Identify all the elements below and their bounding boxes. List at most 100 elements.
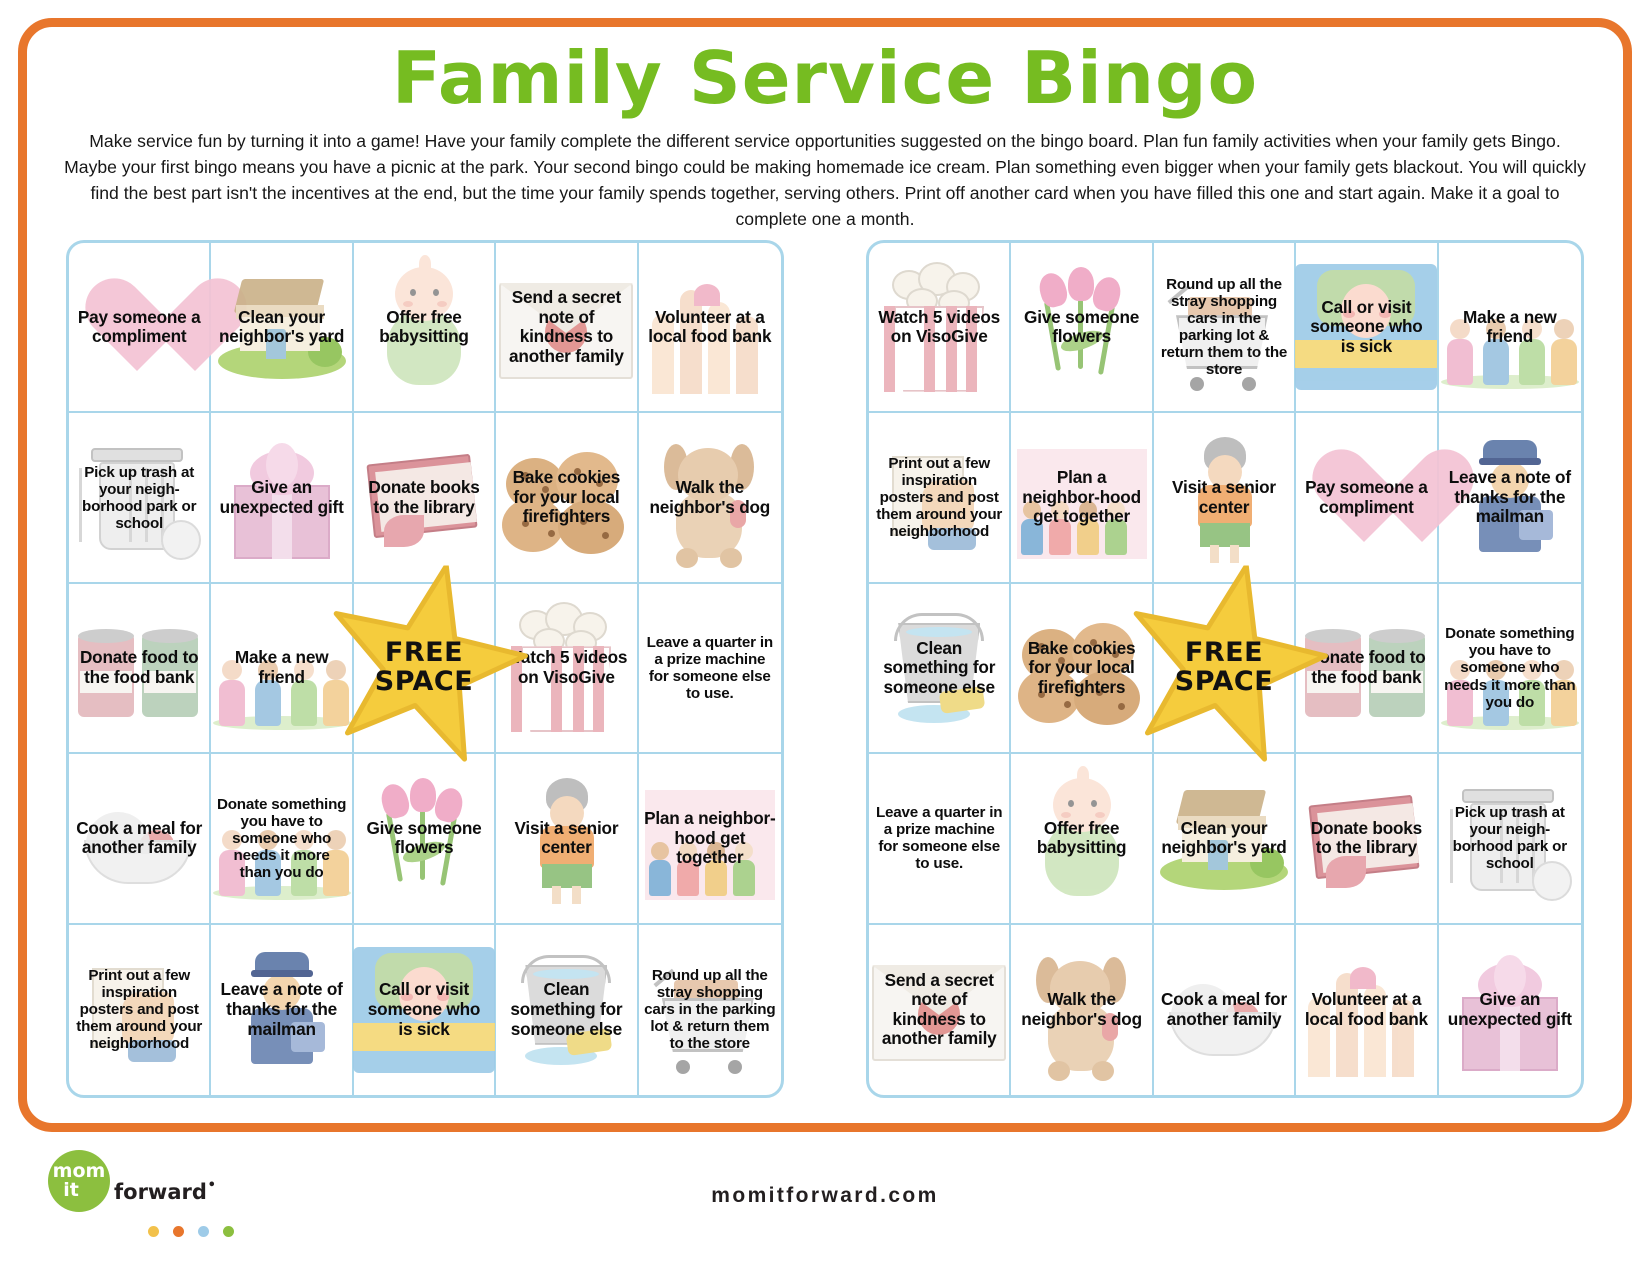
bingo-cell-label: Clean something for someone else [510, 979, 623, 1039]
bingo-cell-r2-c4[interactable]: Pay someone a compliment [1296, 413, 1439, 584]
bingo-cell-label: Make a new friend [1463, 306, 1557, 347]
bingo-cell-r4-c3[interactable]: Give someone flowers [353, 754, 497, 925]
bingo-cell-r2-c2[interactable]: Give an unexpected gift [211, 413, 354, 584]
bingo-cell-r5-c1[interactable]: Send a secret note of kindness to anothe… [869, 924, 1012, 1095]
bingo-cell-r2-c1[interactable]: Pick up trash at your neigh-borhood park… [69, 413, 212, 584]
bingo-cell-label: Bake cookies for your local firefighters [1027, 637, 1136, 697]
bingo-cell-label: Offer free babysitting [1036, 817, 1127, 858]
bingo-cell-r1-c5[interactable]: Make a new friend [1438, 243, 1581, 414]
bingo-cell-label: Clean your neighbor's yard [218, 306, 345, 347]
bingo-cell-r4-c3[interactable]: Clean your neighbor's yard [1153, 754, 1297, 925]
bingo-cell-label: Round up all the stray shopping cars in … [1160, 276, 1288, 379]
bingo-cell-r2-c1[interactable]: Print out a few inspiration posters and … [869, 413, 1012, 584]
logo-dot-green [223, 1226, 234, 1237]
bingo-cell-r3-c1[interactable]: Clean something for someone else [869, 583, 1012, 755]
bingo-cell-label: Watch 5 videos on VisoGive [505, 647, 628, 687]
bingo-cell-r2-c5[interactable]: Walk the neighbor's dog [638, 413, 781, 584]
page-footer: mom it forward • momitforward.com [0, 1132, 1650, 1275]
bingo-cell-label: Donate food to the food bank [1307, 647, 1426, 687]
logo-dots [148, 1226, 234, 1237]
bingo-cell-label: Leave a note of thanks for the mailman [220, 979, 343, 1039]
bingo-cell-r3-c2[interactable]: Bake cookies for your local firefighters [1011, 583, 1154, 755]
bingo-boards: Pay someone a compliment Clean your neigh… [66, 240, 1584, 1098]
bingo-cell-label: Call or visit someone who is sick [367, 979, 481, 1039]
bingo-cell-r4-c2[interactable]: Donate something you have to someone who… [211, 754, 354, 925]
bingo-cell-r1-c2[interactable]: Give someone flowers [1011, 243, 1154, 414]
bingo-cell-r2-c5[interactable]: Leave a note of thanks for the mailman [1438, 413, 1581, 584]
bingo-cell-r2-c2[interactable]: Plan a neighbor-hood get together [1011, 413, 1154, 584]
bingo-cell-r4-c1[interactable]: Cook a meal for another family [69, 754, 212, 925]
bingo-cell-r1-c1[interactable]: Pay someone a compliment [69, 243, 212, 414]
bingo-cell-r5-c5[interactable]: Give an unexpected gift [1439, 925, 1581, 1095]
bingo-cell-free-space[interactable]: FREE SPACE [333, 565, 528, 762]
bingo-cell-label: Cook a meal for another family [1161, 989, 1287, 1029]
bingo-cell-label: Clean something for someone else [883, 637, 996, 697]
bingo-cell-label: Pick up trash at your neigh-borhood park… [82, 463, 197, 532]
bingo-cell-label: Print out a few inspiration posters and … [876, 455, 1003, 541]
bingo-cell-r5-c4[interactable]: Clean something for someone else [496, 924, 639, 1095]
bingo-cell-label: Bake cookies for your local firefighters [512, 467, 621, 527]
bingo-cell-r2-c3[interactable]: Visit a senior center [1153, 413, 1297, 584]
bingo-cell-r2-c4[interactable]: Bake cookies for your local firefighters [496, 413, 639, 584]
bingo-cell-label: Give an unexpected gift [1447, 989, 1572, 1029]
bingo-cell-r4-c5[interactable]: Plan a neighbor-hood get together [638, 754, 781, 925]
bingo-cell-r1-c4[interactable]: Send a secret note of kindness to anothe… [496, 243, 639, 414]
bingo-cell-free-space[interactable]: FREE SPACE [1133, 565, 1328, 762]
bingo-cell-r1-c1[interactable]: Watch 5 videos on VisoGive [869, 243, 1012, 414]
bingo-cell-label: Plan a neighbor-hood get together [1022, 467, 1141, 527]
bingo-cell-r5-c3[interactable]: Cook a meal for another family [1154, 924, 1297, 1095]
bingo-cell-r5-c1[interactable]: Print out a few inspiration posters and … [69, 924, 212, 1095]
bingo-cell-label: Send a secret note of kindness to anothe… [881, 969, 997, 1049]
bingo-cell-label: Round up all the stray shopping cars in … [644, 967, 776, 1053]
logo-line1: mom [52, 1160, 106, 1182]
bingo-cell-label: Print out a few inspiration posters and … [76, 967, 203, 1053]
bingo-cell-r2-c3[interactable]: Donate books to the library [353, 413, 497, 584]
bingo-cell-r5-c5[interactable]: Round up all the stray shopping cars in … [639, 925, 781, 1095]
bingo-cell-r4-c2[interactable]: Offer free babysitting [1011, 754, 1154, 925]
bingo-cell-r4-c4[interactable]: Visit a senior center [496, 754, 639, 925]
bingo-cell-label: Visit a senior center [514, 817, 619, 858]
bingo-cell-label: Watch 5 videos on VisoGive [878, 306, 1001, 347]
right-bingo-card: Watch 5 videos on VisoGive Give someone f… [866, 240, 1584, 1098]
intro-paragraph: Make service fun by turning it into a ga… [64, 130, 1586, 229]
logo-dot-blue [198, 1226, 209, 1237]
bingo-cell-label: Make a new friend [234, 647, 329, 687]
bingo-cell-label: Leave a quarter in a prize machine for s… [875, 804, 1003, 873]
bingo-cell-r1-c3[interactable]: Round up all the stray shopping cars in … [1153, 243, 1297, 414]
page-header: Family Service Bingo Make service fun by… [48, 36, 1602, 232]
bingo-cell-label: Pay someone a compliment [77, 306, 201, 347]
bingo-cell-label: Walk the neighbor's dog [649, 476, 771, 517]
page-title: Family Service Bingo [391, 36, 1259, 120]
bingo-cell-label: Donate books to the library [368, 476, 480, 517]
left-bingo-card: Pay someone a compliment Clean your neigh… [66, 240, 784, 1098]
bingo-cell-r3-c5[interactable]: Leave a quarter in a prize machine for s… [638, 584, 781, 755]
bingo-cell-label: Give an unexpected gift [219, 476, 344, 517]
bingo-cell-r5-c2[interactable]: Walk the neighbor's dog [1011, 924, 1154, 1095]
bingo-cell-label: Plan a neighbor-hood get together [644, 807, 776, 868]
bingo-cell-r3-c2[interactable]: Make a new friend [211, 583, 354, 755]
logo-dot-yellow [148, 1226, 159, 1237]
bingo-cell-r4-c5[interactable]: Pick up trash at your neigh-borhood park… [1438, 754, 1581, 925]
bingo-cell-r5-c4[interactable]: Volunteer at a local food bank [1296, 924, 1439, 1095]
bingo-cell-label: Give someone flowers [366, 817, 482, 858]
logo-dot-orange [173, 1226, 184, 1237]
bingo-cell-r3-c4[interactable]: Watch 5 videos on VisoGive [496, 583, 639, 755]
bingo-cell-label: Cook a meal for another family [76, 817, 203, 858]
site-url: momitforward.com [711, 1184, 939, 1207]
bingo-cell-r1-c2[interactable]: Clean your neighbor's yard [211, 243, 354, 414]
bingo-cell-label: Pick up trash at your neigh-borhood park… [1452, 804, 1567, 873]
bingo-cell-r1-c3[interactable]: Offer free babysitting [353, 243, 497, 414]
bingo-cell-r3-c1[interactable]: Donate food to the food bank [69, 583, 212, 755]
bingo-cell-label: Volunteer at a local food bank [1304, 989, 1428, 1029]
bingo-cell-label: Give someone flowers [1024, 306, 1140, 347]
bingo-cell-r3-c4[interactable]: Donate food to the food bank [1296, 583, 1439, 755]
bingo-cell-r1-c4[interactable]: Call or visit someone who is sick [1295, 243, 1439, 414]
bingo-cell-r1-c5[interactable]: Volunteer at a local food bank [638, 243, 781, 414]
bingo-cell-r5-c2[interactable]: Leave a note of thanks for the mailman [211, 924, 354, 1095]
bingo-page: Family Service Bingo Make service fun by… [0, 0, 1650, 1275]
bingo-cell-r4-c4[interactable]: Donate books to the library [1296, 754, 1439, 925]
bingo-cell-r4-c1[interactable]: Leave a quarter in a prize machine for s… [869, 754, 1012, 925]
bingo-cell-label: Offer free babysitting [379, 306, 469, 347]
bingo-cell-r3-c5[interactable]: Donate something you have to someone who… [1438, 584, 1581, 755]
bingo-cell-r5-c3[interactable]: Call or visit someone who is sick [352, 924, 497, 1095]
